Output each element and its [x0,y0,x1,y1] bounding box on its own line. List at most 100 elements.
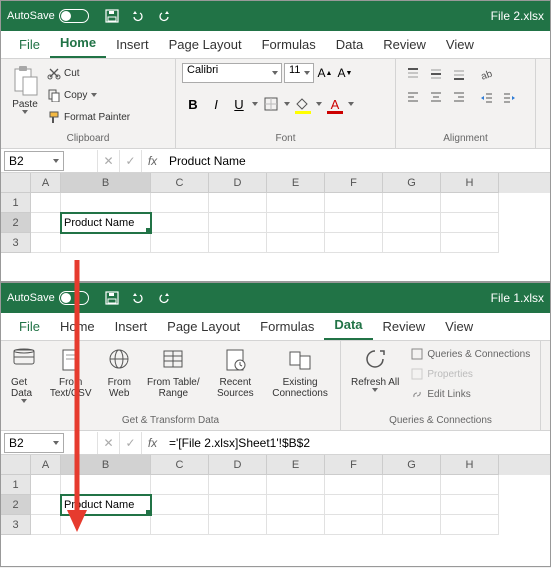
tab-home[interactable]: Home [50,314,105,340]
cell[interactable] [441,233,499,253]
tab-data[interactable]: Data [326,32,373,58]
cell[interactable] [209,213,267,233]
cell[interactable] [441,475,499,495]
col-header-c[interactable]: C [151,455,209,475]
accept-formula-icon[interactable]: ✓ [119,150,141,172]
tab-file[interactable]: File [9,32,50,58]
recent-sources-button[interactable]: Recent Sources [209,345,263,401]
cell[interactable] [151,515,209,535]
fx-icon[interactable]: fx [141,150,163,172]
paste-button[interactable]: Paste [7,63,43,116]
redo-icon[interactable] [155,7,173,25]
select-all-corner[interactable] [1,455,31,475]
tab-data[interactable]: Data [324,312,372,340]
cell[interactable] [61,515,151,535]
from-textcsv-button[interactable]: From Text/CSV [45,345,96,401]
row-header-1[interactable]: 1 [1,475,31,495]
tab-review[interactable]: Review [373,32,436,58]
tab-insert[interactable]: Insert [105,314,158,340]
row-header-2[interactable]: 2 [1,213,31,233]
align-center-button[interactable] [425,86,447,108]
increase-indent-button[interactable] [498,87,520,109]
row-header-3[interactable]: 3 [1,515,31,535]
bold-button[interactable]: B [182,93,204,115]
undo-icon[interactable] [129,7,147,25]
tab-page-layout[interactable]: Page Layout [159,32,252,58]
align-top-button[interactable] [402,63,424,85]
cell[interactable] [151,475,209,495]
cell-b2[interactable]: Product Name [61,213,151,233]
row-header-3[interactable]: 3 [1,233,31,253]
save-icon[interactable] [103,7,121,25]
cell[interactable] [325,475,383,495]
row-header-1[interactable]: 1 [1,193,31,213]
from-table-range-button[interactable]: From Table/ Range [142,345,204,401]
tab-page-layout[interactable]: Page Layout [157,314,250,340]
col-header-c[interactable]: C [151,173,209,193]
cell[interactable] [31,193,61,213]
save-icon[interactable] [103,289,121,307]
cell[interactable] [209,233,267,253]
cell[interactable] [61,475,151,495]
cell[interactable] [383,495,441,515]
cell[interactable] [151,193,209,213]
accept-formula-icon[interactable]: ✓ [119,432,141,454]
name-box[interactable]: B2 [4,433,64,453]
align-left-button[interactable] [402,86,424,108]
get-data-button[interactable]: Get Data [7,345,41,405]
col-header-d[interactable]: D [209,455,267,475]
col-header-b[interactable]: B [61,173,151,193]
cell[interactable] [209,515,267,535]
font-size-select[interactable]: 11 [284,63,314,83]
col-header-e[interactable]: E [267,455,325,475]
cell[interactable] [441,193,499,213]
cell[interactable] [325,213,383,233]
font-name-select[interactable]: Calibri [182,63,282,83]
cell-b2[interactable]: Product Name [61,495,151,515]
refresh-all-button[interactable]: Refresh All [347,345,403,394]
cancel-formula-icon[interactable]: ✕ [97,150,119,172]
cell[interactable] [383,515,441,535]
copy-button[interactable]: Copy [47,85,130,105]
col-header-b[interactable]: B [61,455,151,475]
col-header-g[interactable]: G [383,173,441,193]
borders-button[interactable] [260,93,282,115]
tab-home[interactable]: Home [50,30,106,58]
fill-color-button[interactable] [292,93,314,115]
align-right-button[interactable] [448,86,470,108]
cell[interactable] [383,475,441,495]
cell[interactable] [151,495,209,515]
col-header-a[interactable]: A [31,173,61,193]
cell[interactable] [31,495,61,515]
cell[interactable] [383,213,441,233]
col-header-h[interactable]: H [441,173,499,193]
cell[interactable] [61,233,151,253]
orientation-button[interactable]: ab [476,63,498,85]
name-box[interactable]: B2 [4,151,64,171]
tab-file[interactable]: File [9,314,50,340]
fx-icon[interactable]: fx [141,432,163,454]
col-header-d[interactable]: D [209,173,267,193]
cell[interactable] [31,233,61,253]
cell[interactable] [267,213,325,233]
cell[interactable] [325,193,383,213]
select-all-corner[interactable] [1,173,31,193]
cell[interactable] [441,515,499,535]
tab-view[interactable]: View [435,314,483,340]
col-header-h[interactable]: H [441,455,499,475]
cell[interactable] [441,495,499,515]
autosave-toggle[interactable] [59,9,89,23]
edit-links-button[interactable]: Edit Links [411,385,530,403]
cell[interactable] [267,515,325,535]
queries-connections-button[interactable]: Queries & Connections [411,345,530,363]
cell[interactable] [267,495,325,515]
increase-font-icon[interactable]: A▲ [316,64,334,82]
italic-button[interactable]: I [205,93,227,115]
decrease-font-icon[interactable]: A▼ [336,64,354,82]
underline-button[interactable]: U [228,93,250,115]
col-header-a[interactable]: A [31,455,61,475]
cancel-formula-icon[interactable]: ✕ [97,432,119,454]
redo-icon[interactable] [155,289,173,307]
tab-formulas[interactable]: Formulas [250,314,324,340]
formula-input[interactable]: Product Name [163,154,550,168]
